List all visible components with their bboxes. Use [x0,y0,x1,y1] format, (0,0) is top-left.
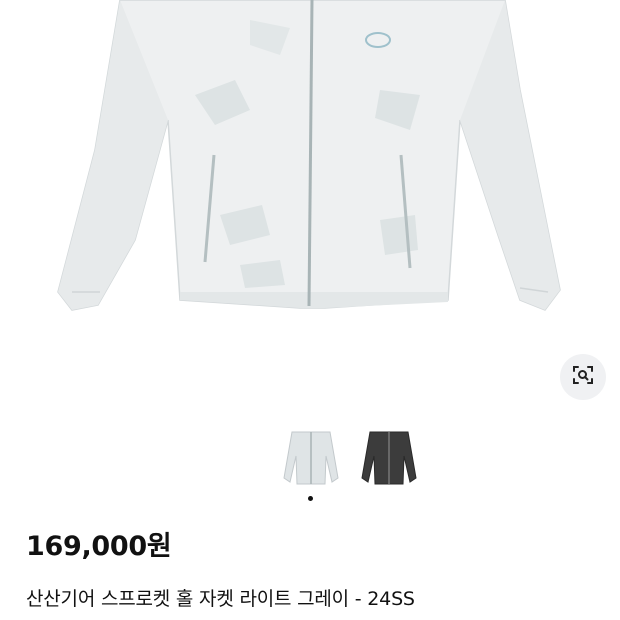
product-image[interactable] [0,0,620,420]
carousel-dot-active[interactable] [307,496,313,501]
jacket-thumbnail-image [361,431,417,485]
jacket-illustration [57,0,561,311]
carousel-indicator [0,496,620,504]
jacket-thumbnail-image [283,431,339,485]
image-search-button[interactable] [560,354,606,400]
thumbnail-strip [0,424,620,490]
thumbnail-charcoal[interactable] [354,424,424,490]
image-search-icon [571,363,595,391]
thumbnail-light-gray[interactable] [276,424,346,490]
product-title: 산산기어 스프로켓 홀 자켓 라이트 그레이 - 24SS [26,588,415,610]
product-price: 169,000원 [26,531,172,562]
